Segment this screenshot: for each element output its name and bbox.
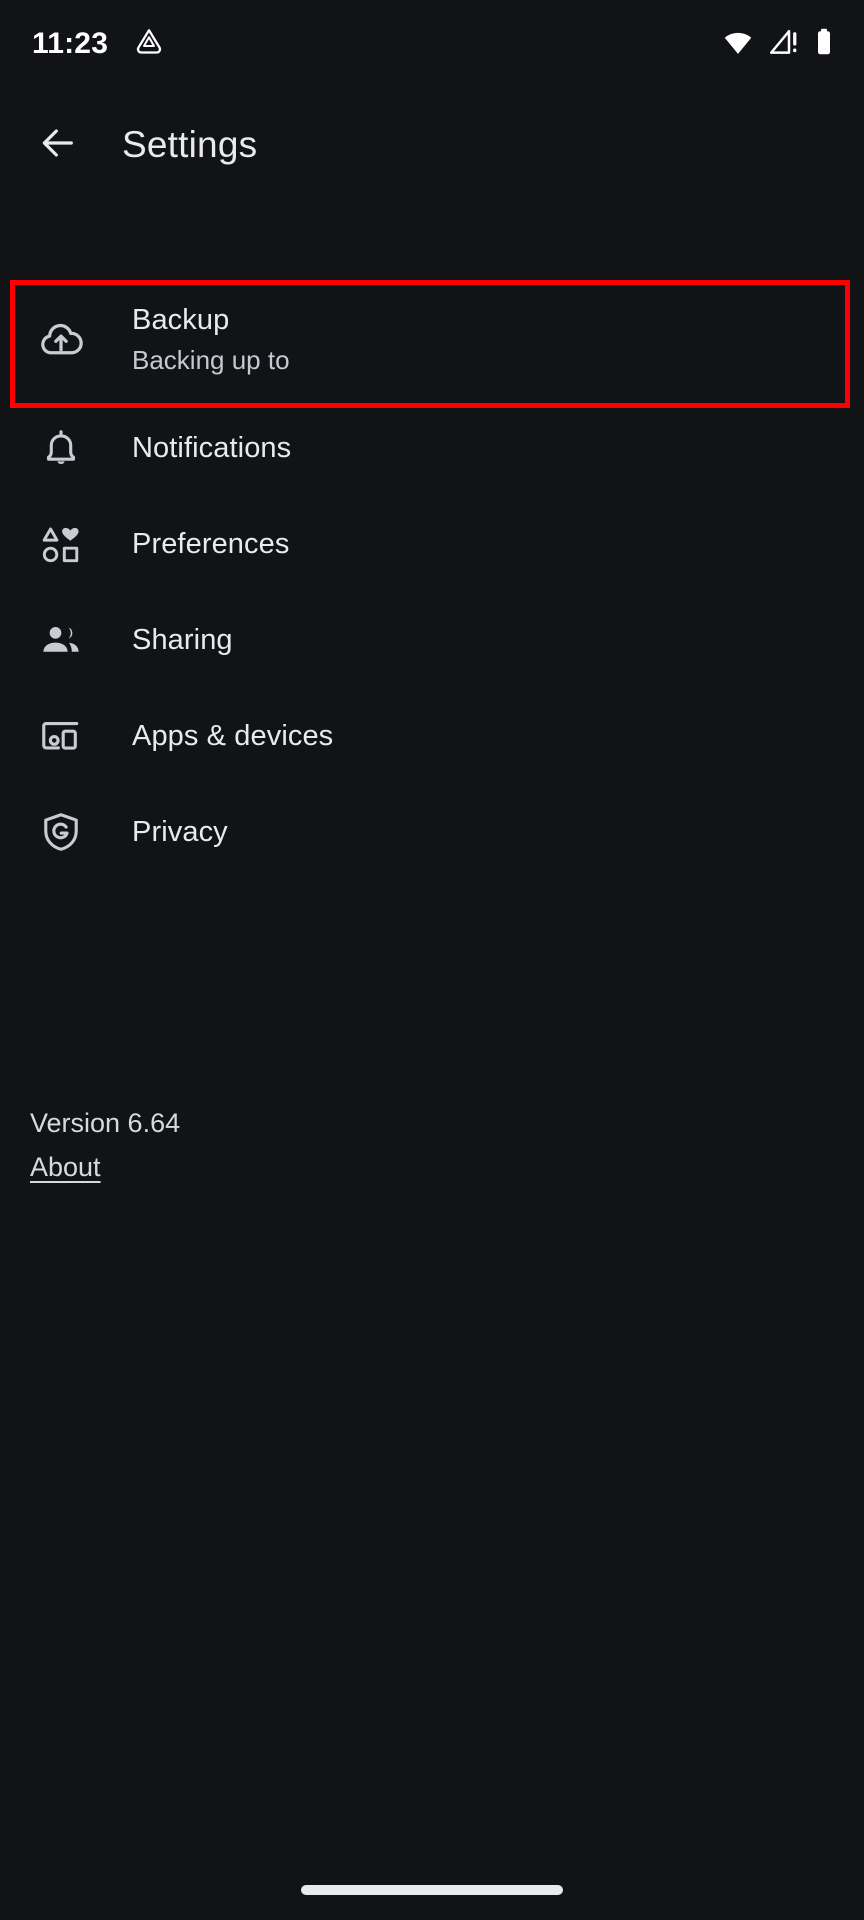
status-bar: 11:23	[0, 0, 864, 88]
settings-item-privacy-text: Privacy	[132, 814, 228, 850]
settings-item-apps-devices[interactable]: Apps & devices	[0, 688, 864, 784]
app-version-label: Version 6.64	[30, 1108, 181, 1138]
back-arrow-icon	[38, 123, 78, 168]
home-gesture-indicator[interactable]	[301, 1885, 563, 1895]
settings-item-notifications[interactable]: Notifications	[0, 400, 864, 496]
status-bar-left: 11:23	[32, 27, 164, 62]
settings-item-privacy[interactable]: Privacy	[0, 784, 864, 880]
status-bar-right	[722, 27, 834, 62]
adb-triangle-icon	[134, 27, 164, 62]
cellular-no-service-icon	[768, 27, 800, 62]
settings-item-backup-label: Backup	[132, 304, 230, 337]
phone-screen: 11:23 Settings Backup Backing up to Noti…	[0, 0, 864, 1920]
devices-icon	[30, 714, 92, 758]
app-bar: Settings	[0, 100, 864, 190]
status-bar-clock: 11:23	[32, 27, 109, 60]
page-title: Settings	[122, 124, 258, 165]
settings-list: Backup Backing up to Notifications Prefe…	[0, 278, 864, 880]
settings-item-apps-devices-label: Apps & devices	[132, 719, 334, 752]
settings-item-preferences[interactable]: Preferences	[0, 496, 864, 592]
back-button[interactable]	[22, 109, 94, 181]
battery-icon	[814, 27, 834, 62]
settings-item-privacy-label: Privacy	[132, 815, 228, 848]
about-link[interactable]: About	[30, 1152, 101, 1183]
settings-item-preferences-label: Preferences	[132, 527, 290, 560]
settings-item-sharing-text: Sharing	[132, 622, 233, 658]
footer: Version 6.64 About	[30, 1108, 180, 1183]
bell-icon	[30, 426, 92, 470]
people-icon	[30, 618, 92, 662]
shield-g-icon	[30, 810, 92, 854]
settings-item-preferences-text: Preferences	[132, 526, 289, 562]
settings-item-backup-text: Backup Backing up to	[132, 302, 290, 375]
settings-item-backup[interactable]: Backup Backing up to	[0, 278, 864, 400]
settings-item-backup-subtitle: Backing up to	[132, 344, 290, 375]
cloud-upload-icon	[30, 316, 92, 362]
settings-item-sharing[interactable]: Sharing	[0, 592, 864, 688]
shapes-icon	[30, 522, 92, 566]
settings-item-notifications-text: Notifications	[132, 430, 291, 466]
settings-item-apps-devices-text: Apps & devices	[132, 718, 333, 754]
settings-item-notifications-label: Notifications	[132, 431, 292, 464]
wifi-icon	[722, 27, 754, 62]
settings-item-sharing-label: Sharing	[132, 623, 233, 656]
